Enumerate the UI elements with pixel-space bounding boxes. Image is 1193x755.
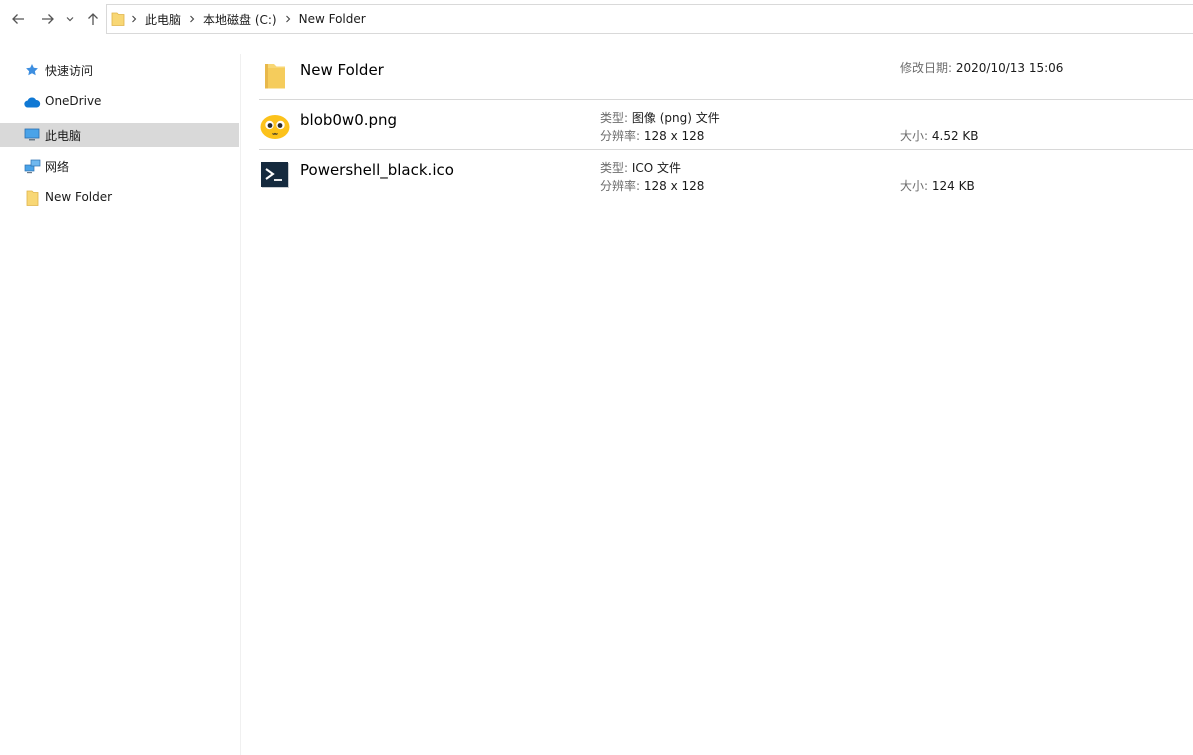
chevron-right-icon[interactable] xyxy=(125,15,143,23)
arrow-left-icon xyxy=(12,14,24,24)
size-value: 124 KB xyxy=(931,179,975,193)
sidebar-item-label: New Folder xyxy=(45,190,113,204)
computer-icon xyxy=(23,127,41,143)
star-icon xyxy=(23,62,41,78)
navigation-pane: 快速访问 OneDrive 此电脑 网络 New Folder xyxy=(0,54,241,755)
resolution-value: 128 x 128 xyxy=(643,179,705,193)
recent-locations-button[interactable] xyxy=(63,9,77,29)
sidebar-item-network[interactable]: 网络 xyxy=(0,154,239,178)
size-label: 大小: xyxy=(900,179,929,193)
powershell-icon xyxy=(261,162,289,188)
list-item[interactable]: blob0w0.png 类型: 图像 (png) 文件 分辨率: 128 x 1… xyxy=(259,100,1193,150)
breadcrumb-local-disk[interactable]: 本地磁盘 (C:) xyxy=(201,11,279,28)
date-value: 2020/10/13 15:06 xyxy=(955,61,1064,75)
type-value: ICO 文件 xyxy=(631,161,682,175)
file-name[interactable]: Powershell_black.ico xyxy=(300,161,454,179)
arrow-up-icon xyxy=(88,13,98,25)
file-name[interactable]: New Folder xyxy=(300,61,384,79)
arrow-right-icon xyxy=(42,14,54,24)
folder-icon xyxy=(111,12,125,26)
folder-icon xyxy=(265,64,285,89)
sidebar-item-label: 快速访问 xyxy=(45,64,94,78)
chevron-down-icon xyxy=(66,17,74,22)
chevron-right-icon[interactable] xyxy=(183,15,201,23)
list-item[interactable]: New Folder 修改日期: 2020/10/13 15:06 xyxy=(259,50,1193,100)
network-icon xyxy=(23,158,41,174)
date-label: 修改日期: xyxy=(900,61,953,75)
resolution-label: 分辨率: xyxy=(600,129,641,143)
navigation-bar: 此电脑 本地磁盘 (C:) New Folder xyxy=(0,0,1193,38)
sidebar-item-label: 此电脑 xyxy=(45,129,82,143)
sidebar-item-label: OneDrive xyxy=(45,94,102,108)
size-value: 4.52 KB xyxy=(931,129,979,143)
sidebar-item-onedrive[interactable]: OneDrive xyxy=(0,90,239,114)
sidebar-item-quick-access[interactable]: 快速访问 xyxy=(0,58,239,82)
type-label: 类型: xyxy=(600,161,629,175)
file-list: New Folder 修改日期: 2020/10/13 15:06 blob0w… xyxy=(242,44,1193,755)
sidebar-item-new-folder[interactable]: New Folder xyxy=(0,186,239,210)
address-bar[interactable]: 此电脑 本地磁盘 (C:) New Folder xyxy=(106,4,1193,34)
folder-icon xyxy=(23,190,41,206)
list-item[interactable]: Powershell_black.ico 类型: ICO 文件 分辨率: 128… xyxy=(259,150,1193,200)
resolution-value: 128 x 128 xyxy=(643,129,705,143)
breadcrumb-this-pc[interactable]: 此电脑 xyxy=(143,11,183,28)
type-label: 类型: xyxy=(600,111,629,125)
sidebar-item-this-pc[interactable]: 此电脑 xyxy=(0,123,239,147)
cloud-icon xyxy=(23,94,41,110)
forward-button[interactable] xyxy=(38,9,58,29)
sidebar-item-label: 网络 xyxy=(45,160,70,174)
type-value: 图像 (png) 文件 xyxy=(631,111,720,125)
back-button[interactable] xyxy=(8,9,28,29)
chevron-right-icon[interactable] xyxy=(279,15,297,23)
breadcrumb-new-folder[interactable]: New Folder xyxy=(297,12,368,26)
size-label: 大小: xyxy=(900,129,929,143)
resolution-label: 分辨率: xyxy=(600,179,641,193)
up-button[interactable] xyxy=(83,9,103,29)
file-name[interactable]: blob0w0.png xyxy=(300,111,397,129)
blob-emoji-icon xyxy=(260,115,290,139)
